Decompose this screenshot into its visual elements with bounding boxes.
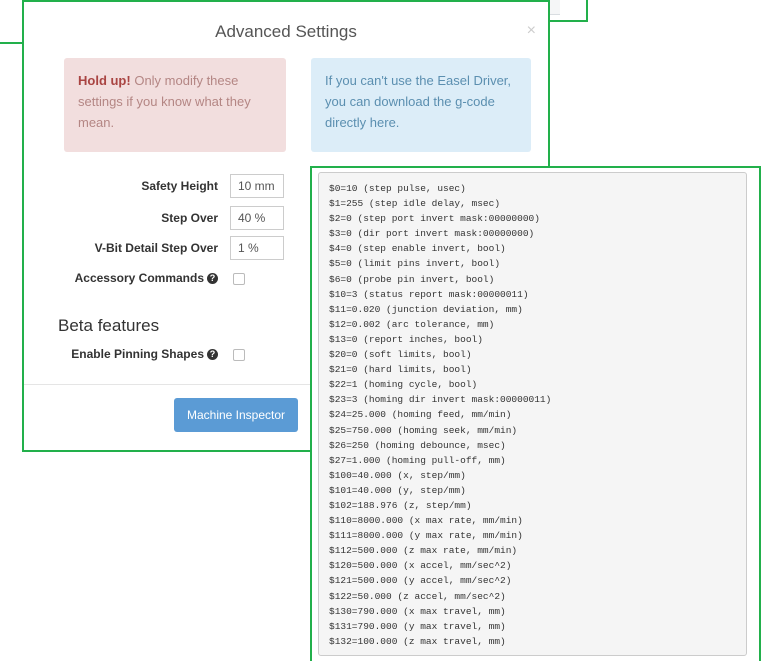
help-icon[interactable]: ? <box>207 349 218 361</box>
step-over-label: Step Over <box>161 211 218 225</box>
gcode-line: $2=0 (step port invert mask:00000000) <box>329 213 540 225</box>
gcode-line: $112=500.000 (z max rate, mm/min) <box>329 545 518 557</box>
gcode-line: $100=40.000 (x, step/mm) <box>329 469 466 481</box>
gcode-line: $110=8000.000 (x max rate, mm/min) <box>329 515 523 527</box>
pinning-shapes-checkbox[interactable] <box>233 349 245 361</box>
safety-height-input[interactable] <box>230 174 284 198</box>
gcode-line: $102=188.976 (z, step/mm) <box>329 499 472 511</box>
gcode-settings-text[interactable]: $0=10 (step pulse, usec) $1=255 (step idl… <box>318 172 747 656</box>
gcode-line: $5=0 (limit pins invert, bool) <box>329 258 501 270</box>
gcode-line: $20=0 (soft limits, bool) <box>329 349 472 361</box>
gcode-line: $131=790.000 (y max travel, mm) <box>329 620 506 632</box>
machine-inspector-button[interactable]: Machine Inspector <box>174 398 298 432</box>
warning-alert: Hold up! Only modify these settings if y… <box>64 58 286 152</box>
vbit-step-over-input[interactable] <box>230 236 284 260</box>
gcode-line: $23=3 (homing dir invert mask:00000011) <box>329 394 552 406</box>
gcode-line: $27=1.000 (homing pull-off, mm) <box>329 454 506 466</box>
gcode-line: $11=0.020 (junction deviation, mm) <box>329 303 523 315</box>
safety-height-label: Safety Height <box>141 179 218 193</box>
gcode-line: $4=0 (step enable invert, bool) <box>329 243 506 255</box>
gcode-line: $21=0 (hard limits, bool) <box>329 364 472 376</box>
warning-strong-text: Hold up! <box>78 73 131 88</box>
vbit-step-over-label: V-Bit Detail Step Over <box>94 241 218 255</box>
gcode-line: $6=0 (probe pin invert, bool) <box>329 273 495 285</box>
gcode-line: $10=3 (status report mask:00000011) <box>329 288 529 300</box>
gcode-line: $13=0 (report inches, bool) <box>329 333 483 345</box>
frame-outline <box>586 0 588 22</box>
frame-outline <box>548 20 588 22</box>
gcode-line: $25=750.000 (homing seek, mm/min) <box>329 424 518 436</box>
gcode-line: $120=500.000 (x accel, mm/sec^2) <box>329 560 512 572</box>
accessory-commands-checkbox[interactable] <box>233 273 245 285</box>
gcode-line: $0=10 (step pulse, usec) <box>329 183 466 194</box>
gcode-line: $101=40.000 (y, step/mm) <box>329 484 466 496</box>
gcode-line: $26=250 (homing debounce, msec) <box>329 439 506 451</box>
help-icon[interactable]: ? <box>207 273 218 285</box>
gcode-line: $24=25.000 (homing feed, mm/min) <box>329 409 512 421</box>
gcode-line: $12=0.002 (arc tolerance, mm) <box>329 318 495 330</box>
close-icon[interactable]: × <box>527 22 536 40</box>
gcode-line: $3=0 (dir port invert mask:00000000) <box>329 228 535 240</box>
modal-title: Advanced Settings <box>215 22 357 41</box>
download-gcode-text[interactable]: If you can't use the Easel Driver, you c… <box>325 73 511 130</box>
pinning-shapes-text: Enable Pinning Shapes <box>71 347 204 361</box>
info-alert: If you can't use the Easel Driver, you c… <box>311 58 531 152</box>
gcode-line: $130=790.000 (x max travel, mm) <box>329 605 506 617</box>
frame-outline <box>0 42 24 44</box>
gcode-line: $122=50.000 (z accel, mm/sec^2) <box>329 590 506 602</box>
accessory-commands-label: Accessory Commands? <box>42 266 218 290</box>
accessory-commands-text: Accessory Commands <box>74 271 204 285</box>
step-over-input[interactable] <box>230 206 284 230</box>
beta-features-heading: Beta features <box>58 316 160 335</box>
gcode-line: $1=255 (step idle delay, msec) <box>329 198 501 210</box>
pinning-shapes-label: Enable Pinning Shapes? <box>42 342 218 366</box>
gcode-line: $132=100.000 (z max travel, mm) <box>329 635 506 647</box>
gcode-line: $22=1 (homing cycle, bool) <box>329 379 478 391</box>
gcode-line: $121=500.000 (y accel, mm/sec^2) <box>329 575 512 587</box>
gcode-line: $111=8000.000 (y max rate, mm/min) <box>329 530 523 542</box>
gcode-settings-panel: $0=10 (step pulse, usec) $1=255 (step idl… <box>310 166 761 661</box>
